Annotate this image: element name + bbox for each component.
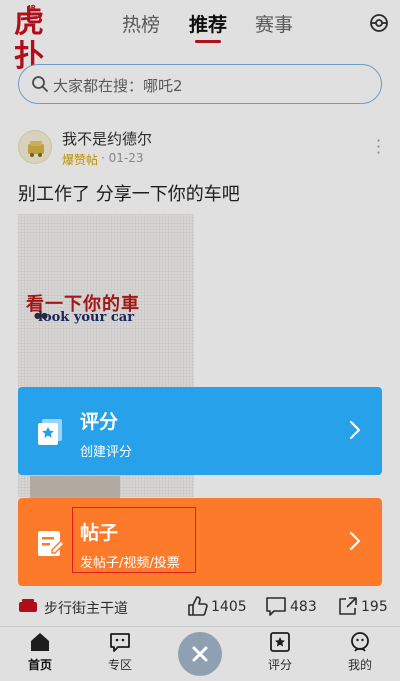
card-subtitle: 创建评分 xyxy=(80,445,133,460)
chevron-right-icon xyxy=(348,419,362,441)
chevron-right-icon xyxy=(348,530,362,552)
highlight-box xyxy=(72,507,196,573)
create-rating-button[interactable]: 评分 创建评分 xyxy=(18,387,382,475)
card-title: 评分 xyxy=(80,411,119,433)
close-button[interactable] xyxy=(178,632,222,676)
rating-card-icon xyxy=(36,417,66,447)
close-icon xyxy=(192,646,208,662)
post-card-icon xyxy=(36,528,66,558)
